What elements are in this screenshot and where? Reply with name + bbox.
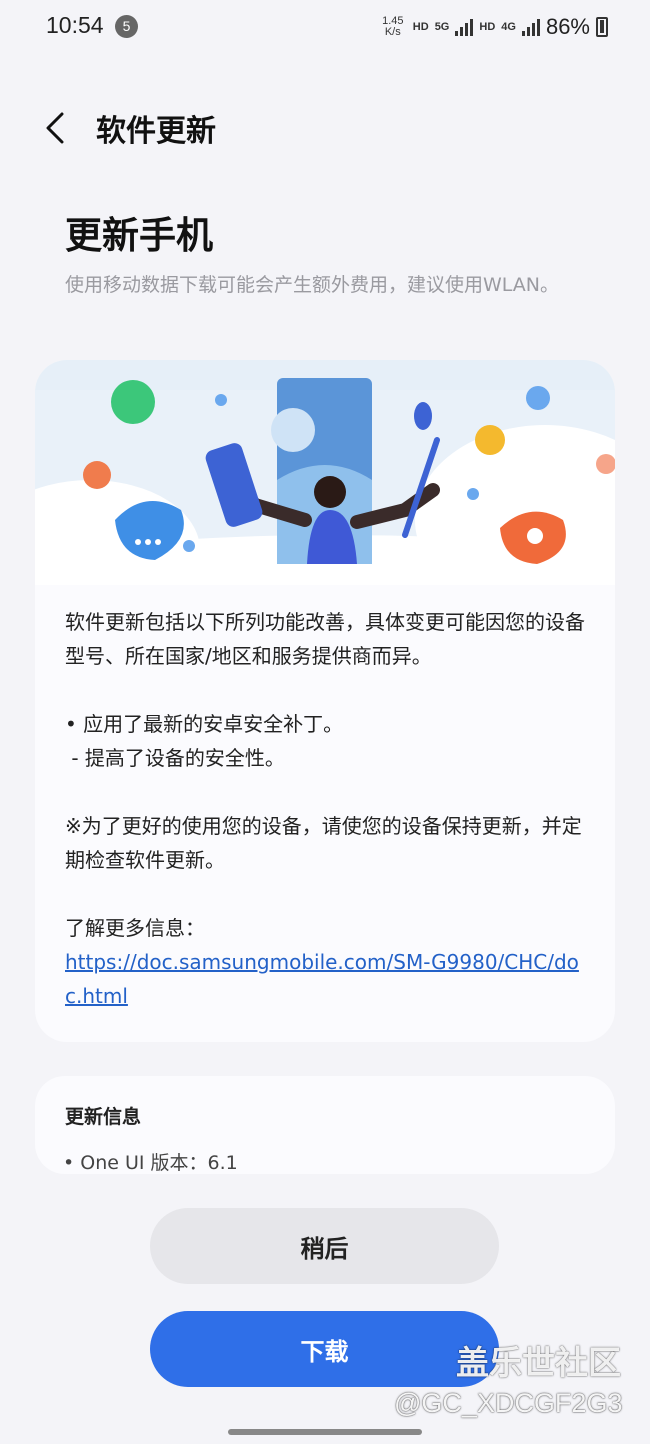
network-4g-label: 4G (501, 21, 516, 33)
net-speed: 1.45 K/s (382, 15, 404, 38)
status-time: 10:54 (46, 12, 104, 38)
home-indicator[interactable] (228, 1429, 422, 1435)
status-bar: 10:54 5 1.45 K/s HD 5G HD 4G 86% (0, 0, 650, 56)
illustration-graphic (35, 378, 615, 620)
description-bullet: • 应用了最新的安卓安全补丁。 (65, 712, 344, 736)
data-usage-notice: 使用移动数据下载可能会产生额外费用，建议使用WLAN。 (65, 274, 560, 296)
hd-badge-2: HD (479, 21, 496, 33)
signal-icon-2 (521, 19, 540, 36)
app-bar: 软件更新 (0, 92, 650, 172)
status-icons: 1.45 K/s HD 5G HD 4G 86% (379, 10, 608, 44)
description-intro: 软件更新包括以下所列功能改善，具体变更可能因您的设备型号、所在国家/地区和服务提… (65, 610, 585, 668)
signal-icon (455, 19, 474, 36)
update-illustration (35, 360, 615, 620)
update-info-title: 更新信息 (65, 1106, 142, 1128)
release-notes-link[interactable]: https://doc.samsungmobile.com/SM-G9980/C… (65, 950, 579, 1008)
description-sub-bullet: - 提高了设备的安全性。 (65, 746, 285, 770)
description-note: ※为了更好的使用您的设备，请使您的设备保持更新，并定期检查软件更新。 (65, 814, 582, 872)
update-info-card: 更新信息 • One UI 版本：6.1 (35, 1076, 615, 1174)
notification-count-badge: 5 (115, 15, 138, 38)
later-button[interactable]: 稍后 (150, 1208, 499, 1284)
update-details-card: 软件更新包括以下所列功能改善，具体变更可能因您的设备型号、所在国家/地区和服务提… (35, 360, 615, 1042)
watermark-user: @GC_XDCGF2G3 (394, 1388, 623, 1418)
page-title: 更新手机 (65, 214, 213, 257)
network-5g-label: 5G (434, 21, 450, 33)
back-button[interactable] (38, 106, 78, 150)
chevron-left-icon (46, 112, 64, 144)
app-bar-title: 软件更新 (96, 114, 216, 149)
battery-percent: 86% (545, 14, 590, 39)
hd-badge: HD (412, 21, 429, 33)
more-info-label: 了解更多信息： (65, 916, 205, 940)
watermark-brand: 盖乐世社区 (456, 1343, 621, 1382)
battery-icon (596, 17, 608, 37)
one-ui-version: • One UI 版本：6.1 (63, 1152, 238, 1174)
download-button[interactable]: 下载 (150, 1311, 499, 1387)
update-description: 软件更新包括以下所列功能改善，具体变更可能因您的设备型号、所在国家/地区和服务提… (65, 605, 595, 1013)
